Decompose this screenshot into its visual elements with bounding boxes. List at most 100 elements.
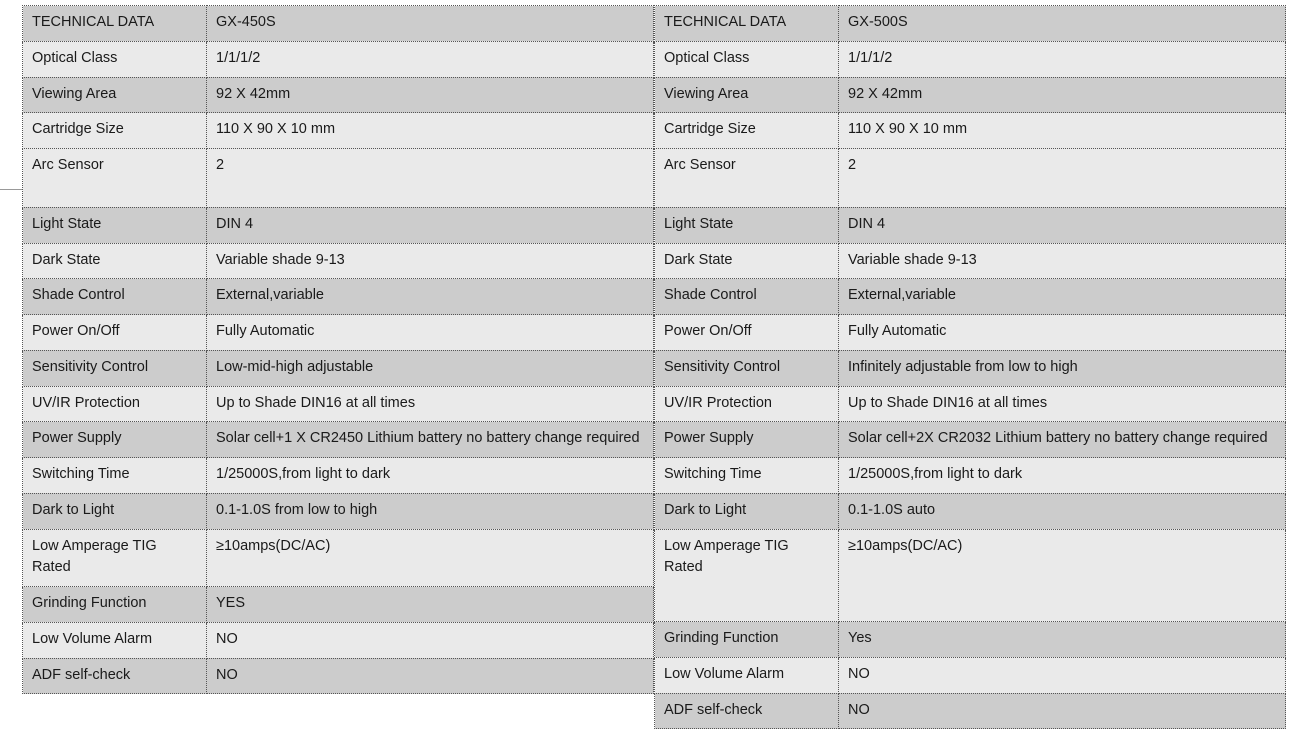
spec-value-cell: Variable shade 9-13 — [206, 242, 654, 280]
table-row: Power On/Off Fully Automatic — [654, 314, 1286, 351]
spec-label-cell: Switching Time — [654, 457, 839, 494]
spec-comparison-sheet: TECHNICAL DATA GX-450S Optical Class 1/1… — [0, 0, 1292, 729]
spec-label-cell: Power On/Off — [22, 314, 207, 351]
spec-value-cell: Variable shade 9-13 — [838, 242, 1286, 280]
table-row: ADF self-check NO — [654, 692, 1286, 729]
spec-value-cell: 1/25000S,from light to dark — [206, 457, 654, 494]
table-row: Power Supply Solar cell+2X CR2032 Lithiu… — [654, 421, 1286, 458]
spec-label-cell: Shade Control — [654, 278, 839, 315]
spec-label-cell: Power Supply — [654, 421, 839, 458]
spec-value-cell: 110 X 90 X 10 mm — [838, 112, 1286, 149]
spec-label-cell: ADF self-check — [654, 692, 839, 729]
header-value-cell: GX-500S — [838, 5, 1286, 42]
spec-tables-container: TECHNICAL DATA GX-450S Optical Class 1/1… — [22, 5, 1286, 729]
table-row: Sensitivity Control Infinitely adjustabl… — [654, 349, 1286, 387]
spec-label-cell: UV/IR Protection — [654, 385, 839, 423]
spec-value-cell: 110 X 90 X 10 mm — [206, 112, 654, 149]
spec-value-cell: Up to Shade DIN16 at all times — [206, 385, 654, 423]
spec-value-cell: 1/1/1/2 — [206, 40, 654, 78]
table-row: Optical Class 1/1/1/2 — [654, 40, 1286, 78]
spec-value-cell: 92 X 42mm — [838, 76, 1286, 114]
table-row: Light State DIN 4 — [22, 206, 654, 244]
spec-label-cell: Sensitivity Control — [22, 349, 207, 387]
spec-label-cell: Dark to Light — [654, 492, 839, 530]
table-row: Power On/Off Fully Automatic — [22, 314, 654, 351]
spec-value-cell: 1/25000S,from light to dark — [838, 457, 1286, 494]
spec-value-cell: ≥10amps(DC/AC) — [838, 528, 1286, 622]
spec-label-cell: Sensitivity Control — [654, 349, 839, 387]
spec-label-cell: Cartridge Size — [654, 112, 839, 149]
table-row: Low Amperage TIG Rated ≥10amps(DC/AC) — [654, 528, 1286, 622]
spec-value-cell: 92 X 42mm — [206, 76, 654, 114]
spec-value-cell: Fully Automatic — [838, 314, 1286, 351]
spec-value-cell: Low-mid-high adjustable — [206, 349, 654, 387]
spec-label-cell: Viewing Area — [22, 76, 207, 114]
table-row: Grinding Function Yes — [654, 621, 1286, 658]
spec-label-cell: Low Volume Alarm — [22, 621, 207, 659]
spec-label-cell: Power Supply — [22, 421, 207, 458]
table-row: Switching Time 1/25000S,from light to da… — [22, 457, 654, 494]
table-row: Cartridge Size 110 X 90 X 10 mm — [22, 112, 654, 149]
spec-value-cell: ≥10amps(DC/AC) — [206, 528, 654, 587]
spec-value-cell: NO — [838, 692, 1286, 729]
spec-value-cell: 2 — [838, 148, 1286, 208]
table-row: Low Amperage TIG Rated ≥10amps(DC/AC) — [22, 528, 654, 587]
spec-value-cell: 1/1/1/2 — [838, 40, 1286, 78]
spec-label-cell: Optical Class — [654, 40, 839, 78]
spec-label-cell: Dark State — [22, 242, 207, 280]
spec-label-cell: UV/IR Protection — [22, 385, 207, 423]
spec-label-cell: Light State — [654, 206, 839, 244]
spec-value-cell: External,variable — [838, 278, 1286, 315]
header-value-cell: GX-450S — [206, 5, 654, 42]
spec-value-cell: 0.1-1.0S auto — [838, 492, 1286, 530]
spec-label-cell: Low Amperage TIG Rated — [22, 528, 207, 587]
spec-value-cell: Infinitely adjustable from low to high — [838, 349, 1286, 387]
spec-label-cell: Dark State — [654, 242, 839, 280]
spec-value-cell: DIN 4 — [838, 206, 1286, 244]
table-row: Cartridge Size 110 X 90 X 10 mm — [654, 112, 1286, 149]
table-row: Optical Class 1/1/1/2 — [22, 40, 654, 78]
table-row: UV/IR Protection Up to Shade DIN16 at al… — [654, 385, 1286, 423]
spec-value-cell: NO — [206, 657, 654, 695]
table-row: Arc Sensor 2 — [654, 148, 1286, 208]
table-row: Dark to Light 0.1-1.0S auto — [654, 492, 1286, 530]
spec-value-cell: Solar cell+2X CR2032 Lithium battery no … — [838, 421, 1286, 458]
spec-label-cell: Viewing Area — [654, 76, 839, 114]
table-row: Low Volume Alarm NO — [22, 621, 654, 659]
table-row: Low Volume Alarm NO — [654, 656, 1286, 694]
spec-value-cell: DIN 4 — [206, 206, 654, 244]
table-row: Dark State Variable shade 9-13 — [654, 242, 1286, 280]
spec-value-cell: 0.1-1.0S from low to high — [206, 492, 654, 530]
table-row: Viewing Area 92 X 42mm — [22, 76, 654, 114]
spec-label-cell: ADF self-check — [22, 657, 207, 695]
spec-label-cell: Grinding Function — [22, 586, 207, 623]
table-row: Grinding Function YES — [22, 586, 654, 623]
spec-value-cell: YES — [206, 586, 654, 623]
header-label-cell: TECHNICAL DATA — [654, 5, 839, 42]
table-row: UV/IR Protection Up to Shade DIN16 at al… — [22, 385, 654, 423]
spec-value-cell: NO — [838, 656, 1286, 694]
spec-table-gx-450s: TECHNICAL DATA GX-450S Optical Class 1/1… — [22, 5, 654, 695]
spec-value-cell: External,variable — [206, 278, 654, 315]
spec-value-cell: NO — [206, 621, 654, 659]
spec-label-cell: Dark to Light — [22, 492, 207, 530]
spec-value-cell: Up to Shade DIN16 at all times — [838, 385, 1286, 423]
table-row: ADF self-check NO — [22, 657, 654, 695]
header-label-cell: TECHNICAL DATA — [22, 5, 207, 42]
table-row: Power Supply Solar cell+1 X CR2450 Lithi… — [22, 421, 654, 458]
table-row: Dark State Variable shade 9-13 — [22, 242, 654, 280]
spec-label-cell: Switching Time — [22, 457, 207, 494]
spec-value-cell: Yes — [838, 621, 1286, 658]
spec-label-cell: Power On/Off — [654, 314, 839, 351]
spec-label-cell: Light State — [22, 206, 207, 244]
table-row: Shade Control External,variable — [22, 278, 654, 315]
table-row: Sensitivity Control Low-mid-high adjusta… — [22, 349, 654, 387]
spec-value-cell: Solar cell+1 X CR2450 Lithium battery no… — [206, 421, 654, 458]
table-row: Light State DIN 4 — [654, 206, 1286, 244]
spec-value-cell: 2 — [206, 148, 654, 208]
table-row-header: TECHNICAL DATA GX-450S — [22, 5, 654, 42]
spec-table-gx-500s: TECHNICAL DATA GX-500S Optical Class 1/1… — [654, 5, 1286, 729]
table-row: Shade Control External,variable — [654, 278, 1286, 315]
spec-label-cell: Arc Sensor — [654, 148, 839, 208]
spec-label-cell: Optical Class — [22, 40, 207, 78]
